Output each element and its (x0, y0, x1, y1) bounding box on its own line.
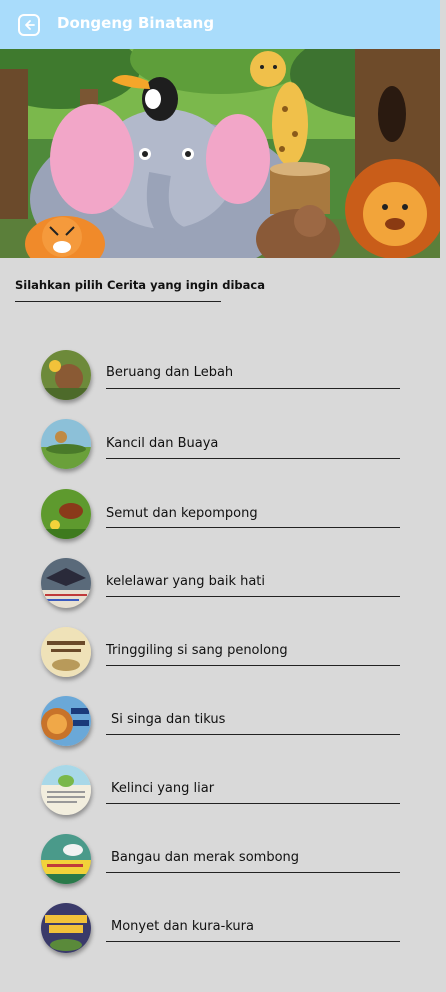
banner-edge (440, 49, 446, 258)
story-thumbnail (41, 350, 91, 400)
prompt-text: Silahkan pilih Cerita yang ingin dibaca (15, 278, 265, 292)
story-label: Si singa dan tikus (111, 712, 226, 727)
story-underline (106, 596, 400, 597)
back-arrow-icon (25, 20, 35, 30)
story-underline (106, 458, 400, 459)
story-item-kelelawar-yang-baik-hati[interactable]: kelelawar yang baik hati (0, 552, 446, 612)
story-item-monyet-dan-kura-kura[interactable]: Monyet dan kura-kura (0, 897, 446, 957)
story-label: Semut dan kepompong (106, 506, 258, 521)
story-thumbnail (41, 696, 91, 746)
story-item-kelinci-yang-liar[interactable]: Kelinci yang liar (0, 759, 446, 819)
story-underline (106, 872, 400, 873)
story-item-beruang-dan-lebah[interactable]: Beruang dan Lebah (0, 344, 446, 404)
story-label: Kancil dan Buaya (106, 436, 219, 451)
story-item-bangau-dan-merak-sombong[interactable]: Bangau dan merak sombong (0, 828, 446, 888)
story-underline (106, 388, 400, 389)
story-underline (106, 527, 400, 528)
story-underline (106, 941, 400, 942)
story-thumbnail (41, 489, 91, 539)
story-thumbnail (41, 558, 91, 608)
banner-illustration (0, 49, 440, 258)
story-item-si-singa-dan-tikus[interactable]: Si singa dan tikus (0, 690, 446, 750)
story-thumbnail (41, 419, 91, 469)
story-label: kelelawar yang baik hati (106, 574, 266, 589)
story-underline (106, 734, 400, 735)
story-thumbnail (41, 765, 91, 815)
back-button[interactable] (18, 14, 40, 36)
story-item-semut-dan-kepompong[interactable]: Semut dan kepompong (0, 483, 446, 543)
story-thumbnail (41, 834, 91, 884)
story-item-tringgiling-si-sang-penolong[interactable]: Tringgiling si sang penolong (0, 621, 446, 681)
story-label: Kelinci yang liar (111, 781, 215, 796)
story-label: Bangau dan merak sombong (111, 850, 300, 865)
story-item-kancil-dan-buaya[interactable]: Kancil dan Buaya (0, 413, 446, 473)
story-label: Monyet dan kura-kura (111, 919, 254, 934)
story-underline (106, 665, 400, 666)
app-title: Dongeng Binatang (57, 14, 215, 32)
story-underline (106, 803, 400, 804)
story-label: Beruang dan Lebah (106, 365, 234, 380)
story-thumbnail (41, 627, 91, 677)
story-thumbnail (41, 903, 91, 953)
prompt-underline (15, 301, 221, 302)
app-bar: Dongeng Binatang (0, 0, 440, 49)
story-label: Tringgiling si sang penolong (106, 643, 288, 658)
